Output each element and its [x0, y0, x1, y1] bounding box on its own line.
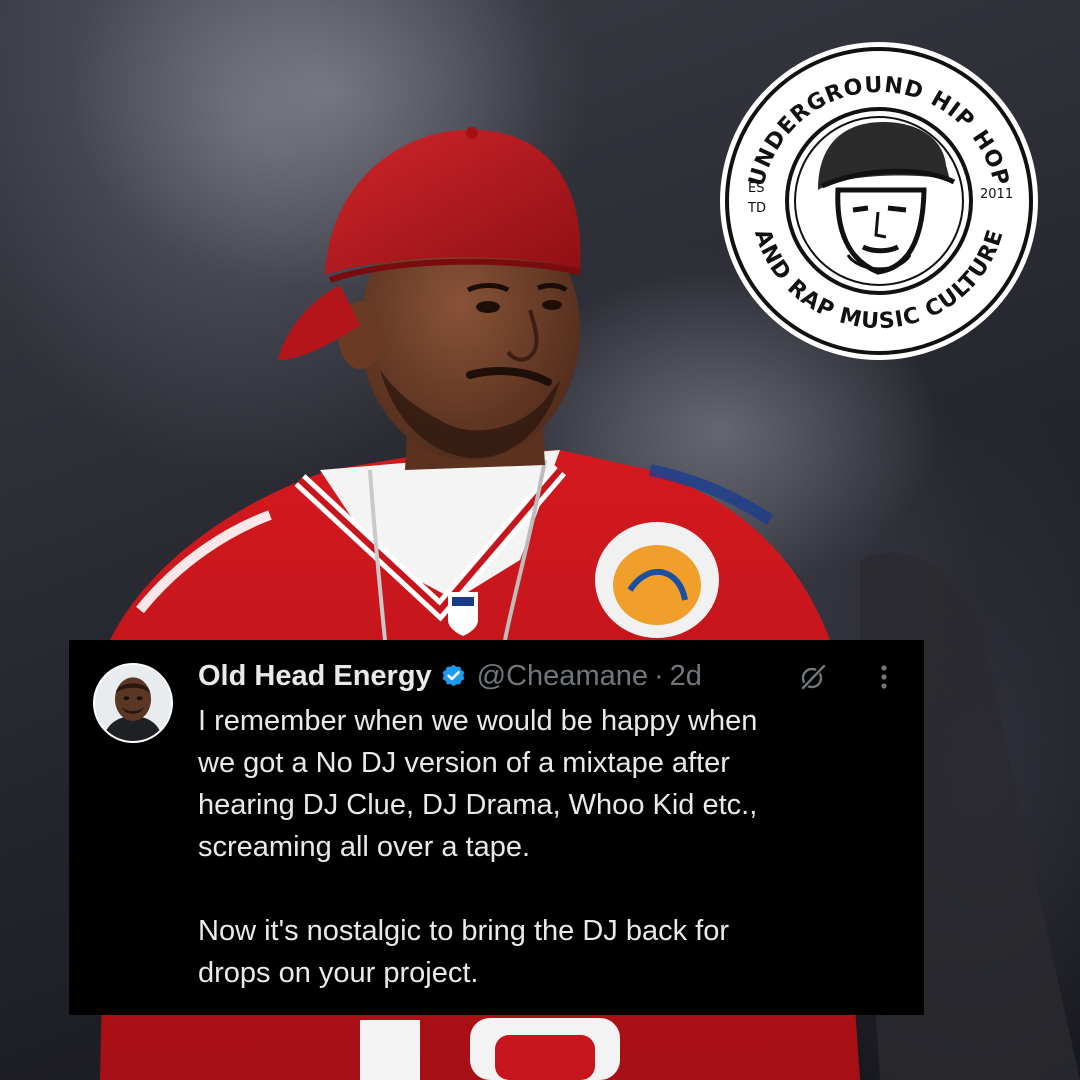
- user-handle[interactable]: @Cheamane: [477, 660, 648, 693]
- emblem-es-label: ES: [748, 181, 764, 196]
- tweet-paragraph-gap: [198, 868, 898, 910]
- tweet-text-line: we got a No DJ version of a mixtape afte…: [198, 747, 730, 779]
- grok-icon[interactable]: [798, 662, 828, 692]
- tweet-card: Old Head Energy @Cheamane · 2d I remembe…: [69, 640, 924, 1015]
- tweet-text-line: drops on your project.: [198, 957, 479, 989]
- emblem-year-label: 2011: [980, 187, 1013, 202]
- tweet-text-line: hearing DJ Clue, DJ Drama, Whoo Kid etc.…: [198, 789, 758, 821]
- tweet-text-line: screaming all over a tape.: [198, 831, 531, 863]
- display-name[interactable]: Old Head Energy: [198, 660, 432, 693]
- tweet-text: I remember when we would be happy when w…: [198, 700, 898, 994]
- separator-dot: ·: [653, 659, 664, 692]
- tweet-text-line: Now it's nostalgic to bring the DJ back …: [198, 915, 729, 947]
- underground-hip-hop-emblem-logo: UNDERGROUND HIP HOP AND RAP MUSIC CULTUR…: [720, 42, 1038, 360]
- tweet-text-line: I remember when we would be happy when: [198, 705, 758, 737]
- tweet-header: Old Head Energy @Cheamane · 2d: [198, 654, 702, 698]
- avatar[interactable]: [93, 663, 173, 743]
- post-image: UNDERGROUND HIP HOP AND RAP MUSIC CULTUR…: [0, 0, 1080, 1080]
- verified-badge-icon: [440, 663, 467, 690]
- more-options-icon[interactable]: [871, 662, 897, 692]
- timestamp[interactable]: 2d: [670, 660, 702, 693]
- avatar-image: [95, 665, 171, 741]
- emblem-td-label: TD: [747, 201, 766, 216]
